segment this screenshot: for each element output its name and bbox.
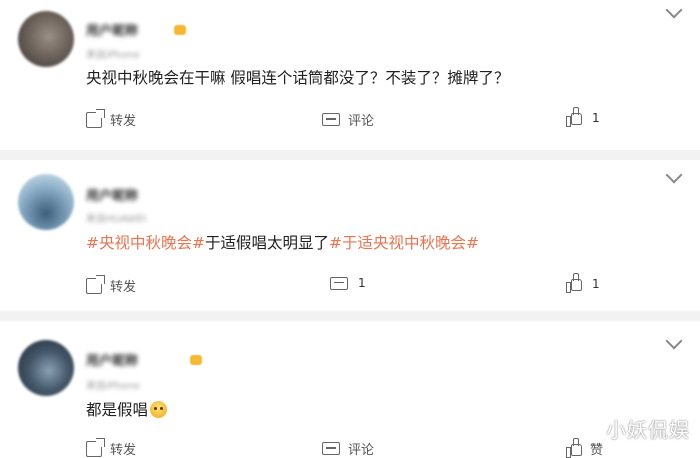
like-count: 1 <box>592 276 600 291</box>
forward-label: 转发 <box>110 443 137 458</box>
comment-icon <box>322 113 340 126</box>
chevron-down-icon[interactable] <box>665 166 683 184</box>
crying-face-emoji-icon <box>150 401 168 418</box>
comment-text: #央视中秋晚会#于适假唱太明显了#于适央视中秋晚会# <box>86 231 479 253</box>
avatar[interactable] <box>18 174 74 230</box>
chevron-down-icon[interactable] <box>665 1 683 19</box>
comment-card-3: 用户昵称 来自iPhone 都是假唱 转发 评论 赞 小妖侃娱 <box>0 321 700 458</box>
comment-count: 1 <box>358 276 366 290</box>
like-button[interactable]: 1 <box>566 273 600 293</box>
comment-text-body: 于适假唱太明显了 <box>204 234 329 252</box>
comment-label: 评论 <box>348 114 375 129</box>
post-meta-blurred: 来自iPhone <box>86 50 140 61</box>
like-icon <box>566 107 582 127</box>
like-count: 1 <box>592 110 600 125</box>
avatar[interactable] <box>18 11 74 67</box>
username-blurred[interactable]: 用户昵称 <box>86 20 138 39</box>
like-icon <box>566 438 582 458</box>
vip-crown-icon <box>174 25 186 35</box>
comment-text: 都是假唱 <box>86 398 168 420</box>
like-button[interactable]: 1 <box>566 107 600 127</box>
like-label: 赞 <box>590 443 604 458</box>
watermark: 小妖侃娱 <box>606 418 690 442</box>
username-blurred[interactable]: 用户昵称 <box>86 350 138 369</box>
divider <box>0 311 700 321</box>
username-blurred[interactable]: 用户昵称 <box>86 185 138 204</box>
hashtag-link[interactable]: #央视中秋晚会# <box>86 234 205 252</box>
comment-label: 评论 <box>348 443 375 458</box>
comment-card-1: 用户昵称 来自iPhone 央视中秋晚会在干嘛 假唱连个话筒都没了？不装了？摊牌… <box>0 0 700 150</box>
comment-icon <box>330 276 348 290</box>
comment-button[interactable]: 评论 <box>322 110 374 129</box>
forward-icon <box>86 274 105 294</box>
forward-button[interactable]: 转发 <box>86 437 137 458</box>
comment-text: 央视中秋晚会在干嘛 假唱连个话筒都没了？不装了？摊牌了？ <box>86 69 510 87</box>
forward-label: 转发 <box>110 114 137 129</box>
avatar[interactable] <box>18 340 74 396</box>
comment-button[interactable]: 评论 <box>322 439 374 458</box>
forward-label: 转发 <box>110 280 137 295</box>
forward-icon <box>86 108 105 128</box>
forward-button[interactable]: 转发 <box>86 108 137 129</box>
chevron-down-icon[interactable] <box>665 332 683 350</box>
like-icon <box>566 273 582 293</box>
comment-card-2: 用户昵称 来自HUAWEI #央视中秋晚会#于适假唱太明显了#于适央视中秋晚会#… <box>0 160 700 311</box>
post-meta-blurred: 来自HUAWEI <box>86 214 147 225</box>
vip-crown-icon <box>190 355 202 365</box>
comment-icon <box>322 442 340 455</box>
post-meta-blurred: 来自iPhone <box>86 381 140 392</box>
divider <box>0 150 700 160</box>
forward-button[interactable]: 转发 <box>86 274 137 295</box>
comment-text-body: 都是假唱 <box>86 401 149 419</box>
forward-icon <box>86 437 105 457</box>
comment-button[interactable]: 1 <box>330 276 366 290</box>
like-button[interactable]: 赞 <box>566 438 604 458</box>
hashtag-link[interactable]: #于适央视中秋晚会# <box>329 234 479 252</box>
